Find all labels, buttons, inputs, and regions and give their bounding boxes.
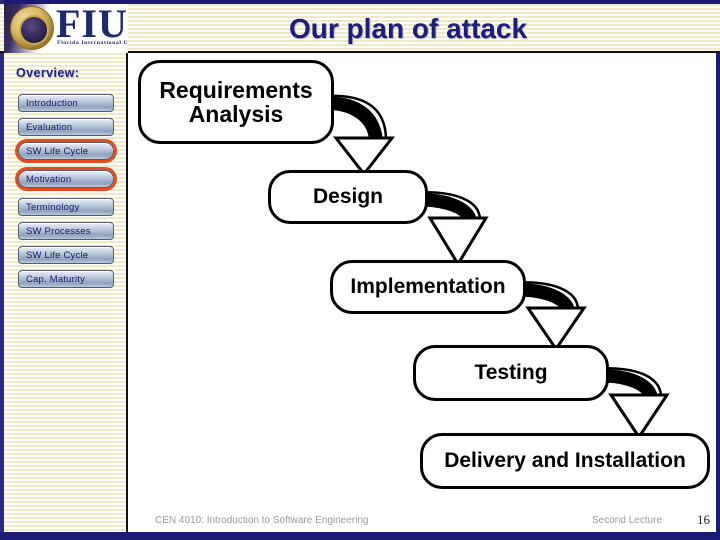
sidebar-item-sw-life-cycle[interactable]: SW Life Cycle <box>18 246 114 264</box>
sidebar-item-label: Introduction <box>26 97 79 109</box>
waterfall-arrow-3 <box>604 366 670 440</box>
sidebar-item-label: Cap. Maturity <box>26 273 86 285</box>
sidebar-item-label: Motivation <box>26 173 72 185</box>
stage-box-requirements-analysis[interactable]: Requirements Analysis <box>138 60 334 144</box>
sidebar-item-motivation[interactable]: Motivation <box>18 170 114 188</box>
footer-course-label: CEN 4010: Introduction to Software Engin… <box>155 515 369 526</box>
sidebar-item-evaluation[interactable]: Evaluation <box>18 118 114 136</box>
fiu-seal-icon <box>10 6 54 50</box>
page-title: Our plan of attack <box>288 12 528 44</box>
stage-box-label: Design <box>312 184 383 208</box>
fiu-subtitle: Florida International University <box>57 40 128 46</box>
sidebar-item-sw-life-cycle[interactable]: SW Life Cycle <box>18 142 114 160</box>
sidebar-item-label: SW Life Cycle <box>26 145 89 157</box>
sidebar-heading: Overview: <box>16 66 80 80</box>
fiu-logo: FIU Florida International University <box>4 4 128 53</box>
sidebar-item-introduction[interactable]: Introduction <box>18 94 114 112</box>
stage-box-delivery-and-installation[interactable]: Delivery and Installation <box>420 433 710 489</box>
sidebar-item-label: SW Life Cycle <box>26 249 89 261</box>
stage-box-label: Testing <box>474 360 548 384</box>
stage-box-implementation[interactable]: Implementation <box>330 260 526 314</box>
sidebar-item-sw-processes[interactable]: SW Processes <box>18 222 114 240</box>
footer-page-number: 16 <box>697 512 710 527</box>
waterfall-arrow-1 <box>423 191 489 267</box>
sidebar-item-cap-maturity[interactable]: Cap. Maturity <box>18 270 114 288</box>
waterfall-arrow-0 <box>329 94 396 177</box>
overview-sidebar: Overview: Introduction Evaluation SW Life … <box>4 53 128 532</box>
waterfall-arrow-2 <box>521 281 587 352</box>
stage-box-label: Delivery and Installation <box>444 448 686 472</box>
right-edge-bar <box>716 0 720 540</box>
footer-lecture-label: Second Lecture <box>592 515 663 526</box>
sidebar-item-label: Evaluation <box>26 121 73 133</box>
stage-box-label: Implementation <box>350 274 506 298</box>
sidebar-item-label: SW Processes <box>26 225 91 237</box>
waterfall-diagram: Requirements Analysis Design Implementatio… <box>130 55 716 500</box>
stage-box-testing[interactable]: Testing <box>413 345 609 401</box>
sidebar-item-terminology[interactable]: Terminology <box>18 198 114 216</box>
stage-box-design[interactable]: Design <box>268 170 428 224</box>
stage-box-label: Requirements Analysis <box>159 76 313 127</box>
sidebar-item-label: Terminology <box>26 201 80 213</box>
bottom-bar <box>0 532 720 540</box>
sidebar-nav-list: Introduction Evaluation SW Life Cycle Motiv… <box>4 94 128 294</box>
slide-canvas: Our plan of attack FIU Florida Internati… <box>0 0 720 540</box>
